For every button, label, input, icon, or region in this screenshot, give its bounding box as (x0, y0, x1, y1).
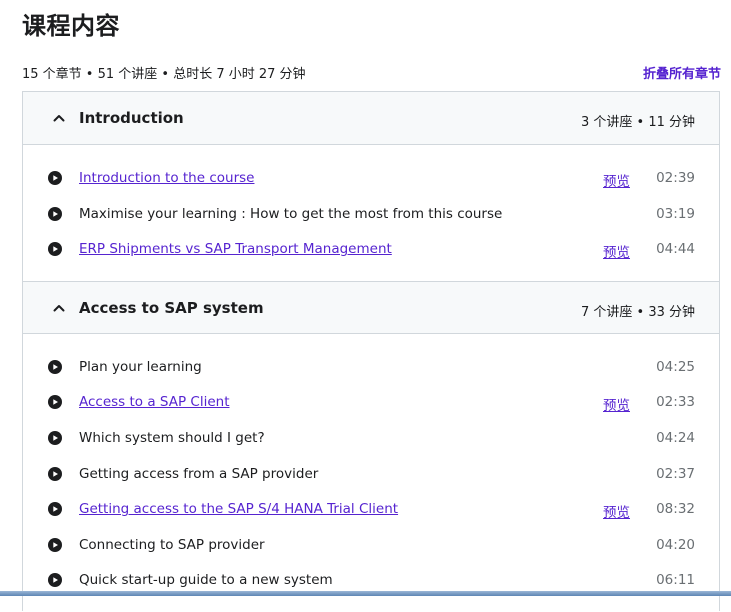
lecture-item: Plan your learning 04:25 (23, 351, 719, 387)
lecture-duration: 04:44 (656, 241, 695, 258)
lecture-item: Introduction to the course 预览 02:39 (23, 162, 719, 198)
lecture-title: Plan your learning (79, 358, 202, 375)
play-circle-icon (48, 537, 62, 552)
preview-link[interactable]: 预览 (603, 394, 630, 414)
lecture-item: Getting access to the SAP S/4 HANA Trial… (23, 493, 719, 529)
section-stats: 7 个讲座 • 33 分钟 (580, 304, 695, 320)
play-circle-icon (48, 573, 62, 588)
course-meta: 15 个章节 • 51 个讲座 • 总时长 7 小时 27 分钟 (22, 67, 306, 82)
lecture-title-link[interactable]: ERP Shipments vs SAP Transport Managemen… (79, 241, 392, 257)
play-circle-icon (48, 430, 62, 445)
lecture-duration: 06:11 (656, 572, 695, 589)
lecture-duration: 08:32 (656, 501, 695, 518)
lecture-title-link[interactable]: Introduction to the course (79, 170, 254, 186)
page-title: 课程内容 (22, 12, 120, 40)
curriculum-list: Introduction 3 个讲座 • 11 分钟 Introduction … (22, 91, 720, 611)
section-stats: 3 个讲座 • 11 分钟 (580, 115, 695, 130)
taskbar-strip (0, 591, 731, 596)
lecture-title-link[interactable]: Access to a SAP Client (79, 394, 229, 410)
section-title: Access to SAP system (79, 298, 264, 317)
chevron-up-icon (53, 115, 65, 122)
preview-link[interactable]: 预览 (603, 170, 630, 190)
lecture-title: Getting access from a SAP provider (79, 465, 319, 482)
play-circle-icon (48, 171, 62, 185)
lecture-duration: 02:39 (656, 170, 695, 186)
play-circle-icon (48, 359, 62, 374)
lecture-item: Maximise your learning : How to get the … (23, 198, 719, 234)
lecture-item: ERP Shipments vs SAP Transport Managemen… (23, 233, 719, 269)
chevron-up-icon (53, 304, 65, 312)
lecture-duration: 02:37 (656, 465, 695, 482)
lecture-title: Connecting to SAP provider (79, 536, 265, 553)
preview-link[interactable]: 预览 (603, 241, 630, 261)
lecture-title: Quick start-up guide to a new system (79, 572, 333, 589)
section-access-to-sap-system: Access to SAP system 7 个讲座 • 33 分钟 Plan … (23, 280, 719, 612)
lecture-duration: 03:19 (656, 205, 695, 222)
play-circle-icon (48, 242, 62, 257)
lecture-title: Which system should I get? (79, 429, 265, 446)
play-circle-icon (48, 395, 62, 410)
play-circle-icon (48, 206, 62, 221)
section-header[interactable]: Access to SAP system 7 个讲座 • 33 分钟 (23, 280, 719, 334)
preview-link[interactable]: 预览 (603, 501, 630, 521)
lecture-duration: 04:24 (656, 429, 695, 446)
play-circle-icon (48, 466, 62, 481)
lecture-item: Connecting to SAP provider 04:20 (23, 529, 719, 565)
lecture-item: Getting access from a SAP provider 02:37 (23, 458, 719, 494)
lecture-duration: 04:20 (656, 536, 695, 553)
collapse-all-button[interactable]: 折叠所有章节 (643, 63, 721, 82)
section-introduction: Introduction 3 个讲座 • 11 分钟 Introduction … (23, 92, 719, 281)
section-header[interactable]: Introduction 3 个讲座 • 11 分钟 (23, 92, 719, 145)
lecture-item: Which system should I get? 04:24 (23, 422, 719, 458)
section-title: Introduction (79, 109, 184, 127)
lecture-duration: 02:33 (656, 394, 695, 411)
lecture-title: Maximise your learning : How to get the … (79, 205, 503, 222)
lecture-duration: 04:25 (656, 358, 695, 375)
lecture-item: Access to a SAP Client 预览 02:33 (23, 386, 719, 422)
lecture-title-link[interactable]: Getting access to the SAP S/4 HANA Trial… (79, 501, 398, 517)
play-circle-icon (48, 502, 62, 517)
